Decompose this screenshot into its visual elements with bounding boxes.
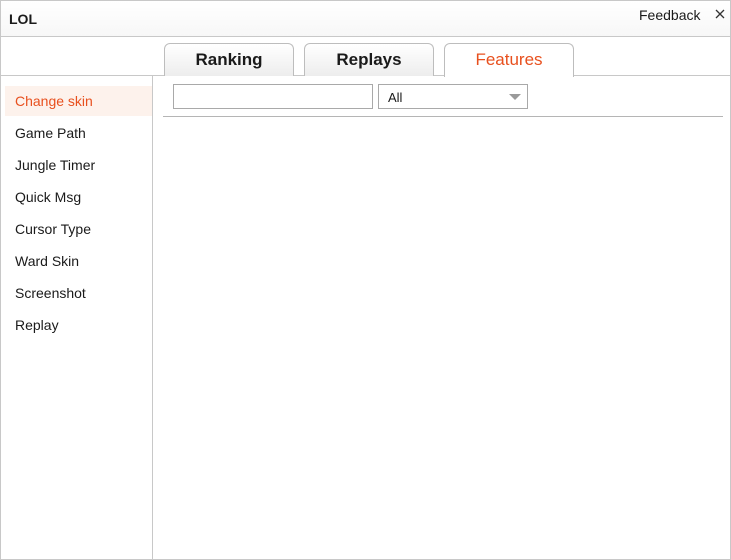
content-area xyxy=(154,118,730,559)
feature-sidebar: Change skin Game Path Jungle Timer Quick… xyxy=(1,76,153,559)
sidebar-item-replay[interactable]: Replay xyxy=(5,310,152,340)
category-select[interactable]: All xyxy=(378,84,528,109)
divider xyxy=(163,116,723,117)
sidebar-item-quick-msg[interactable]: Quick Msg xyxy=(5,182,152,212)
search-input[interactable] xyxy=(173,84,373,109)
select-value: All xyxy=(388,90,403,105)
tab-replays[interactable]: Replays xyxy=(304,43,434,76)
sidebar-item-screenshot[interactable]: Screenshot xyxy=(5,278,152,308)
sidebar-item-game-path[interactable]: Game Path xyxy=(5,118,152,148)
tab-features[interactable]: Features xyxy=(444,43,574,77)
sidebar-item-ward-skin[interactable]: Ward Skin xyxy=(5,246,152,276)
app-title: LOL xyxy=(9,11,37,27)
sidebar-item-change-skin[interactable]: Change skin xyxy=(5,86,152,116)
tab-bar: Ranking Replays Features xyxy=(1,37,730,77)
tab-ranking[interactable]: Ranking xyxy=(164,43,294,76)
title-bar: LOL Feedback xyxy=(1,1,730,37)
app-window: LOL Feedback Ranking Replays Features Ch… xyxy=(0,0,731,560)
sidebar-item-cursor-type[interactable]: Cursor Type xyxy=(5,214,152,244)
sidebar-item-jungle-timer[interactable]: Jungle Timer xyxy=(5,150,152,180)
close-icon[interactable] xyxy=(712,6,728,22)
chevron-down-icon[interactable] xyxy=(509,94,521,100)
feedback-link[interactable]: Feedback xyxy=(639,7,700,23)
